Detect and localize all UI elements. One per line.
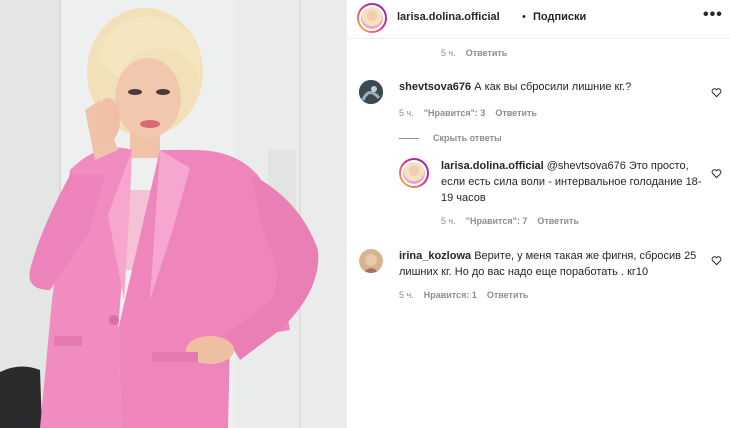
prev-comment-meta: 5 ч. Ответить: [441, 48, 517, 58]
reply-button[interactable]: Ответить: [537, 216, 579, 226]
commenter-avatar[interactable]: [359, 249, 383, 273]
hide-replies-button[interactable]: Скрыть ответы: [433, 133, 502, 143]
comment-time: 5 ч.: [399, 108, 414, 118]
post-photo[interactable]: [0, 0, 346, 428]
comment-username[interactable]: irina_kozlowa: [399, 250, 471, 262]
reply-username[interactable]: larisa.dolina.official: [441, 160, 544, 172]
separator-dot: •: [522, 11, 526, 23]
like-heart-icon[interactable]: [711, 168, 722, 179]
comment-time: 5 ч.: [399, 290, 414, 300]
reply-body: larisa.dolina.official @shevtsova676 Это…: [441, 158, 703, 206]
like-heart-icon[interactable]: [711, 255, 722, 266]
like-heart-icon[interactable]: [711, 87, 722, 98]
likes-count[interactable]: "Нравится": 7: [466, 216, 528, 226]
photo-illustration: [0, 0, 346, 428]
reply-time: 5 ч.: [441, 216, 456, 226]
post-header: larisa.dolina.official • Подписки •••: [347, 0, 730, 39]
reply-button[interactable]: Ответить: [466, 48, 508, 58]
comment-text: А как вы сбросили лишние кг.?: [474, 81, 632, 93]
author-username[interactable]: larisa.dolina.official: [397, 11, 500, 23]
comment-time: 5 ч.: [441, 48, 456, 58]
comment-body: irina_kozlowa Верите, у меня такая же фи…: [399, 248, 699, 280]
comment-username[interactable]: shevtsova676: [399, 81, 471, 93]
commenter-avatar[interactable]: [359, 80, 383, 104]
comment-meta: 5 ч. Нравится: 1 Ответить: [399, 290, 538, 300]
reply-button[interactable]: Ответить: [487, 290, 529, 300]
comments-panel: larisa.dolina.official • Подписки ••• 5 …: [346, 0, 730, 428]
comment-body: shevtsova676 А как вы сбросили лишние кг…: [399, 79, 699, 95]
likes-count[interactable]: "Нравится": 3: [424, 108, 486, 118]
reply-button[interactable]: Ответить: [495, 108, 537, 118]
following-button[interactable]: Подписки: [533, 11, 586, 23]
more-options-icon[interactable]: •••: [703, 6, 723, 24]
reply-meta: 5 ч. "Нравится": 7 Ответить: [441, 216, 589, 226]
replies-divider: [399, 138, 419, 139]
reply-author-avatar[interactable]: [399, 158, 429, 188]
comment-meta: 5 ч. "Нравится": 3 Ответить: [399, 108, 547, 118]
likes-count[interactable]: Нравится: 1: [424, 290, 477, 300]
author-avatar[interactable]: [357, 3, 387, 33]
